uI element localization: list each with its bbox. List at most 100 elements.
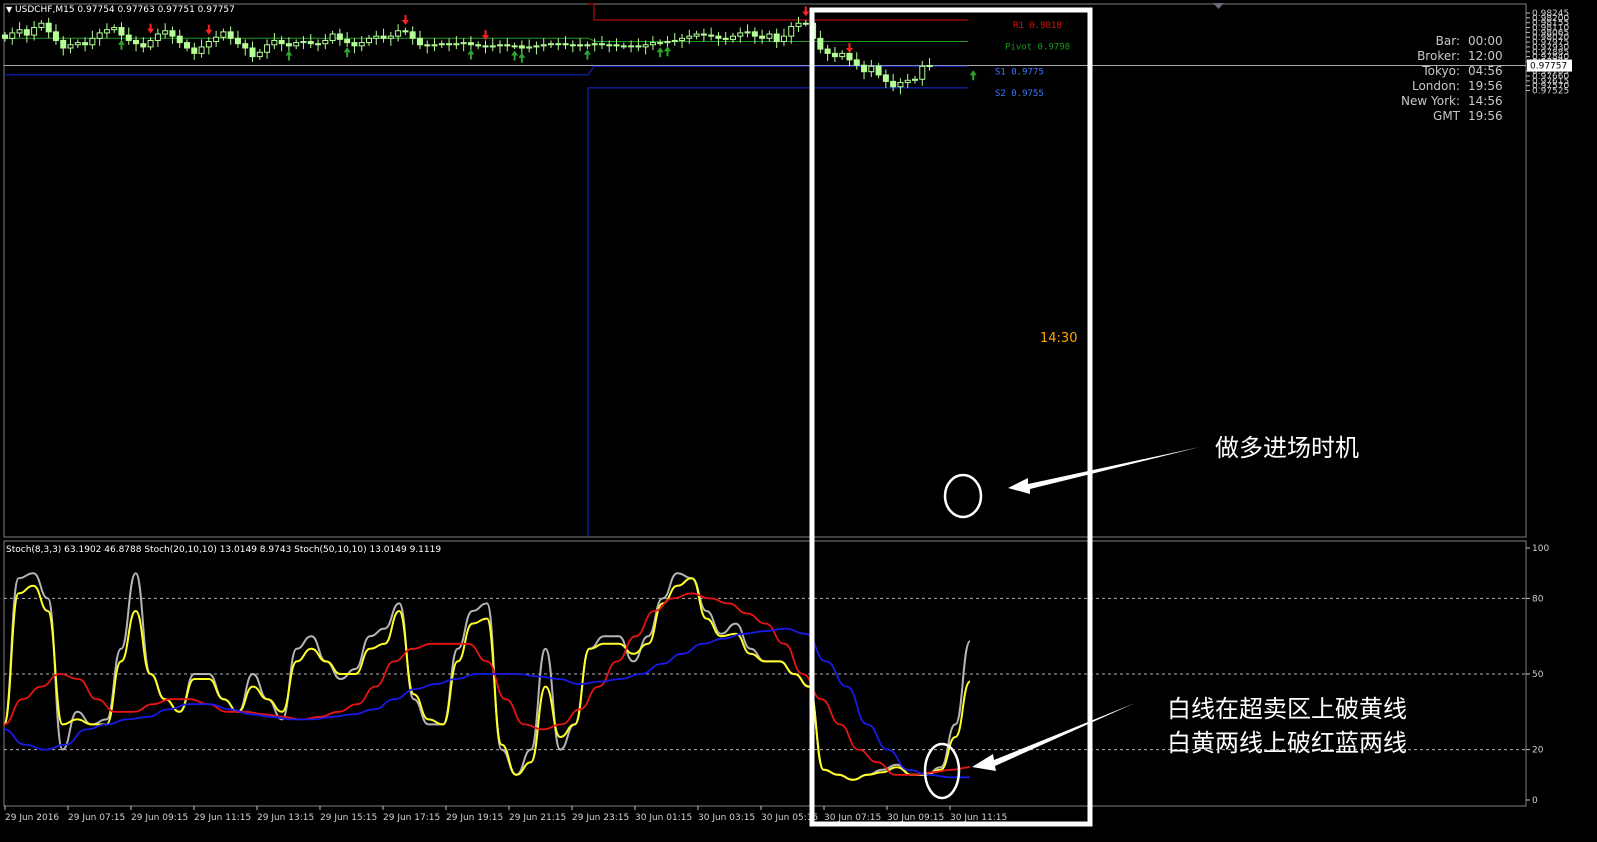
- clock-row: London: 19:56: [1370, 79, 1518, 94]
- candle-body: [220, 31, 227, 38]
- candle-body: [264, 44, 271, 53]
- up-arrow-icon: [656, 47, 664, 58]
- clock-row: Broker: 12:00: [1370, 49, 1518, 64]
- candle-body: [307, 41, 314, 45]
- candle-body: [482, 45, 489, 48]
- candle-body: [103, 29, 110, 34]
- stoch-arrow-icon: [972, 703, 1135, 771]
- candle-body: [912, 78, 918, 81]
- candle-body: [620, 45, 627, 48]
- candle-body: [577, 44, 584, 47]
- clock-value: 19:56: [1468, 109, 1503, 123]
- candle-body: [256, 51, 263, 58]
- stoch-header: Stoch(8,3,3) 63.1902 46.8788 Stoch(20,10…: [6, 545, 442, 555]
- time-tick-label: 29 Jun 21:15: [509, 813, 566, 823]
- clock-row: Tokyo: 04:56: [1370, 64, 1518, 79]
- down-arrow-icon: [802, 6, 810, 17]
- time-tick-label: 29 Jun 15:15: [320, 813, 377, 823]
- candle-body: [16, 29, 23, 34]
- price-axis: 0.982450.982000.981550.981100.980650.980…: [4, 9, 1572, 97]
- clock-label: Broker:: [1417, 49, 1460, 63]
- candle-body: [540, 44, 547, 47]
- candle-body: [176, 35, 183, 44]
- candle-body: [147, 39, 154, 48]
- clock-row: GMT 19:56: [1370, 109, 1518, 124]
- bar-countdown: 14:30: [1040, 331, 1078, 346]
- stoch-tick-label: 100: [1532, 544, 1549, 554]
- candle-body: [802, 22, 809, 25]
- clock-row: Bar: 00:00: [1370, 34, 1518, 49]
- time-tick-label: 29 Jun 11:15: [194, 813, 251, 823]
- candle-body: [278, 39, 285, 45]
- level-label-s1: S1 0.9775: [995, 67, 1044, 77]
- candle-body: [773, 33, 780, 43]
- candle-body: [184, 42, 190, 49]
- clock-row: New York: 14:56: [1370, 94, 1518, 109]
- candle-body: [657, 42, 664, 45]
- candle-body: [242, 43, 249, 49]
- candle-body: [904, 79, 911, 83]
- candle-body: [686, 35, 693, 39]
- candle-body: [649, 42, 656, 46]
- clock-value: 12:00: [1468, 49, 1503, 63]
- collapse-triangle-icon[interactable]: ▼: [6, 5, 12, 14]
- candle-body: [431, 44, 438, 47]
- candle-body: [409, 31, 416, 39]
- candle-body: [9, 32, 16, 39]
- candle-body: [118, 27, 125, 36]
- candle-body: [45, 22, 52, 33]
- up-arrow-icon: [518, 52, 526, 63]
- clock-value: 00:00: [1468, 34, 1503, 48]
- candle-body: [140, 43, 147, 48]
- price-tick-label: 0.97525: [1532, 87, 1569, 97]
- candle-body: [2, 34, 8, 39]
- candle-body: [628, 45, 635, 48]
- scroll-marker-icon: [1213, 3, 1224, 9]
- time-tick-label: 29 Jun 07:15: [68, 813, 125, 823]
- stoch-tick-label: 0: [1532, 796, 1538, 806]
- candle-body: [518, 45, 525, 49]
- candle-body: [671, 39, 678, 43]
- candle-body: [737, 32, 744, 37]
- candle-body: [919, 65, 926, 80]
- candle-body: [23, 29, 30, 36]
- candle-body: [504, 44, 511, 47]
- candle-body: [766, 33, 773, 39]
- candle-body: [271, 39, 278, 46]
- candle-body: [285, 43, 292, 47]
- candle-body: [533, 45, 540, 48]
- candle-body: [467, 42, 474, 46]
- candle-body: [300, 41, 307, 44]
- candle-body: [693, 33, 700, 37]
- candle-body: [395, 30, 402, 37]
- candle-body: [882, 74, 889, 82]
- candle-body: [249, 47, 256, 58]
- up-arrow-icon: [969, 70, 977, 81]
- annotation-overlays: [809, 7, 1200, 827]
- candle-body: [489, 45, 496, 48]
- up-arrow-icon: [343, 47, 351, 58]
- candle-body: [613, 44, 620, 47]
- candle-body: [227, 31, 234, 39]
- down-arrow-icon: [401, 15, 409, 26]
- candle-body: [853, 59, 860, 66]
- candle-body: [234, 37, 241, 45]
- candle-body: [52, 31, 59, 41]
- clock-value: 04:56: [1468, 64, 1503, 78]
- time-tick-label: 30 Jun 03:15: [698, 813, 755, 823]
- candle-body: [366, 37, 372, 44]
- candle-body: [744, 31, 751, 34]
- s2-line: [587, 87, 968, 537]
- up-arrow-icon: [285, 50, 293, 61]
- candle-body: [475, 44, 482, 47]
- clock-label: London:: [1411, 79, 1460, 93]
- level-label-pivot: Pivot 0.9798: [1005, 43, 1070, 53]
- candle-body: [191, 47, 198, 54]
- time-tick-label: 29 Jun 2016: [5, 813, 59, 823]
- symbol-header-text: USDCHF,M15 0.97754 0.97763 0.97751 0.977…: [15, 5, 235, 15]
- clock-label: GMT: [1433, 109, 1460, 123]
- candle-body: [416, 37, 423, 46]
- time-tick-label: 30 Jun 01:15: [635, 813, 692, 823]
- clock-label: New York:: [1401, 94, 1460, 108]
- level-label-r1: R1 0.9818: [1013, 21, 1062, 31]
